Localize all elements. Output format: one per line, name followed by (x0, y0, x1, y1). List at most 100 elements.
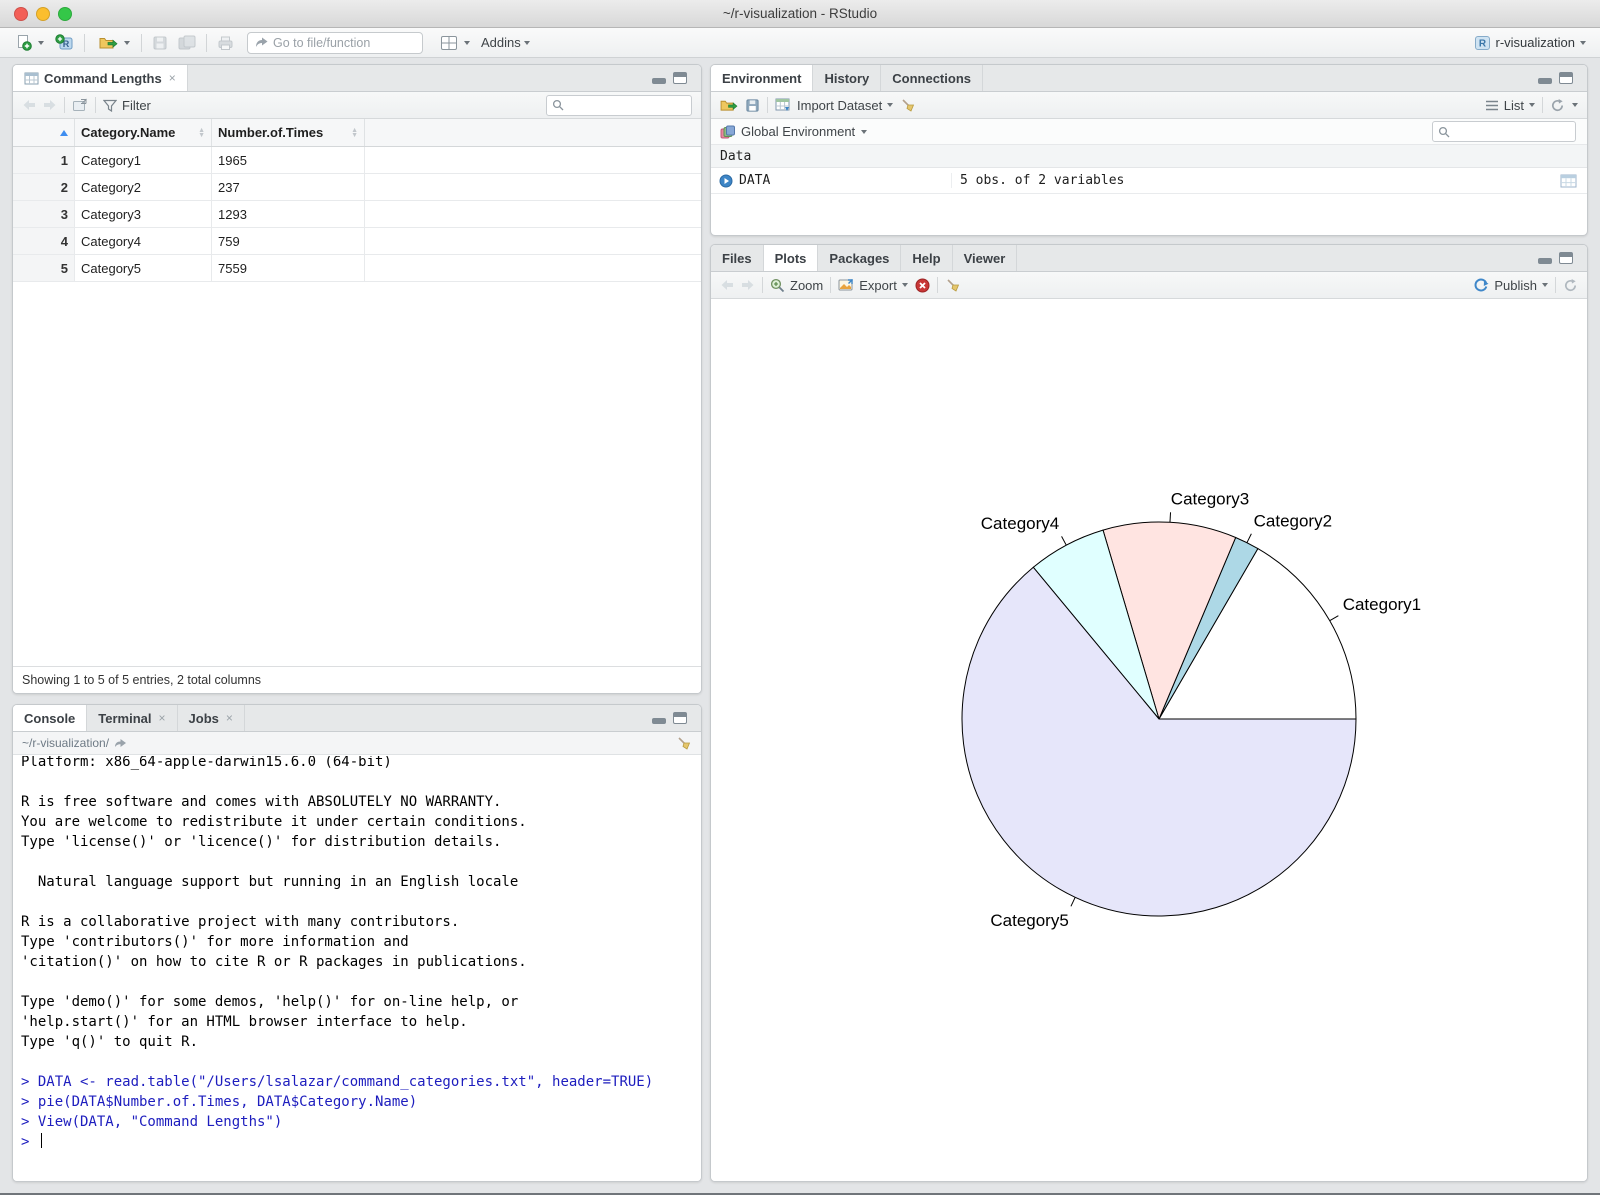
export-label: Export (859, 277, 897, 293)
publish-button[interactable]: Publish (1473, 277, 1548, 293)
table-row[interactable]: 3 Category3 1293 (13, 201, 701, 228)
goto-directory-icon[interactable] (114, 738, 127, 749)
open-file-dropdown[interactable] (124, 40, 130, 45)
addins-button[interactable]: Addins (478, 33, 533, 52)
console-lines: Platform: x86_64-apple-darwin15.6.0 (64-… (21, 756, 693, 1152)
next-plot-icon[interactable] (741, 279, 755, 291)
tab-command-lengths[interactable]: Command Lengths × (13, 65, 188, 91)
traffic-lights (0, 6, 72, 21)
tab-history[interactable]: History (813, 65, 882, 91)
console-input-area[interactable]: Platform: x86_64-apple-darwin15.6.0 (64-… (13, 756, 701, 1181)
environment-section-data: Data (711, 145, 1587, 168)
console-prompt-line[interactable]: > (21, 1132, 693, 1152)
environment-scope-label[interactable]: Global Environment (741, 124, 855, 139)
clear-console-broom-icon[interactable] (676, 735, 692, 751)
tab-files[interactable]: Files (711, 245, 764, 271)
maximize-pane-icon[interactable] (1559, 252, 1573, 264)
console-output-line: 'help.start()' for an HTML browser inter… (21, 1014, 468, 1030)
close-tab-icon[interactable]: × (226, 711, 233, 725)
object-name: DATA (739, 173, 771, 188)
maximize-pane-icon[interactable] (673, 72, 687, 84)
console-input-line: > View(DATA, "Command Lengths") (21, 1114, 283, 1130)
tab-viewer[interactable]: Viewer (953, 245, 1018, 271)
maximize-pane-icon[interactable] (1559, 72, 1573, 84)
category-name-cell: Category3 (75, 201, 212, 227)
open-file-button[interactable] (96, 33, 121, 52)
tab-jobs[interactable]: Jobs × (178, 705, 245, 731)
tab-label: Files (722, 250, 752, 266)
refresh-icon[interactable] (1550, 98, 1565, 113)
minimize-window-button[interactable] (36, 6, 50, 21)
tab-console[interactable]: Console (13, 705, 88, 731)
clear-workspace-broom-icon[interactable] (900, 97, 916, 113)
tab-environment[interactable]: Environment (711, 65, 814, 91)
expand-object-icon[interactable] (719, 174, 733, 188)
pie-label-category1: Category1 (1343, 595, 1421, 614)
remove-plot-icon[interactable] (915, 278, 930, 293)
new-project-button[interactable]: R (52, 32, 77, 53)
tab-label: Packages (829, 250, 890, 266)
close-window-button[interactable] (14, 6, 28, 21)
clear-all-plots-broom-icon[interactable] (945, 277, 961, 293)
new-file-button[interactable] (12, 32, 35, 53)
close-tab-icon[interactable]: × (169, 71, 176, 85)
console-output-line: You are welcome to redistribute it under… (21, 814, 527, 830)
minimize-pane-icon[interactable] (652, 73, 666, 84)
back-icon[interactable] (22, 99, 36, 111)
environment-object-row[interactable]: DATA 5 obs. of 2 variables (711, 168, 1587, 194)
table-row[interactable]: 1 Category1 1965 (13, 147, 701, 174)
refresh-dropdown-icon[interactable] (1572, 103, 1578, 107)
view-data-grid-icon[interactable] (1560, 174, 1577, 188)
number-of-times-cell: 7559 (212, 255, 365, 281)
forward-icon[interactable] (43, 99, 57, 111)
panes-layout-dropdown[interactable] (464, 40, 470, 45)
zoom-window-button[interactable] (58, 6, 72, 21)
maximize-pane-icon[interactable] (673, 712, 687, 724)
console-output-line: Natural language support but running in … (21, 874, 519, 890)
window-title: ~/r-visualization - RStudio (722, 6, 878, 21)
save-all-button[interactable] (175, 33, 199, 53)
pie-label-tick (1246, 533, 1252, 543)
table-row[interactable]: 5 Category5 7559 (13, 255, 701, 282)
goto-file-input[interactable] (273, 35, 415, 50)
tab-terminal[interactable]: Terminal × (87, 705, 178, 731)
filter-button[interactable]: Filter (103, 98, 151, 113)
tab-connections[interactable]: Connections (881, 65, 983, 91)
publish-icon (1474, 278, 1489, 292)
project-selector[interactable]: R r-visualization (1474, 35, 1592, 51)
number-of-times-cell: 1293 (212, 201, 365, 227)
list-view-button[interactable]: List (1485, 98, 1535, 113)
new-file-dropdown[interactable] (38, 40, 44, 45)
open-in-new-window-icon[interactable] (72, 98, 88, 112)
panes-layout-button[interactable] (437, 33, 461, 53)
refresh-plot-icon[interactable] (1563, 278, 1578, 293)
save-button[interactable] (149, 33, 171, 53)
row-number-header[interactable] (13, 119, 75, 146)
sort-arrows-icon: ▲ ▼ (198, 126, 205, 139)
pie-label-tick (1329, 615, 1339, 622)
import-dataset-button[interactable]: Import Dataset (775, 98, 894, 113)
previous-plot-icon[interactable] (720, 279, 734, 291)
save-icon (153, 36, 167, 49)
table-row[interactable]: 2 Category2 237 (13, 174, 701, 201)
tab-packages[interactable]: Packages (818, 245, 902, 271)
table-row[interactable]: 4 Category4 759 (13, 228, 701, 255)
save-workspace-icon[interactable] (745, 98, 760, 113)
tab-help[interactable]: Help (901, 245, 953, 271)
tab-plots[interactable]: Plots (763, 245, 819, 271)
close-tab-icon[interactable]: × (159, 711, 166, 725)
publish-caret-icon (1542, 283, 1548, 287)
column-header-category-name[interactable]: Category.Name ▲ ▼ (75, 119, 212, 146)
minimize-pane-icon[interactable] (652, 713, 666, 724)
column-header-number-of-times[interactable]: Number.of.Times ▲ ▼ (212, 119, 365, 146)
export-plot-button[interactable]: Export (838, 278, 908, 293)
zoom-plot-button[interactable]: Zoom (770, 278, 823, 293)
tab-label: Command Lengths (44, 70, 162, 86)
minimize-pane-icon[interactable] (1538, 253, 1552, 264)
environment-scope-caret-icon[interactable] (861, 129, 868, 134)
viewer-search-input[interactable] (568, 98, 686, 112)
minimize-pane-icon[interactable] (1538, 73, 1552, 84)
environment-search-input[interactable] (1454, 124, 1570, 139)
print-button[interactable] (214, 33, 237, 53)
load-workspace-folder-icon[interactable] (720, 98, 738, 112)
